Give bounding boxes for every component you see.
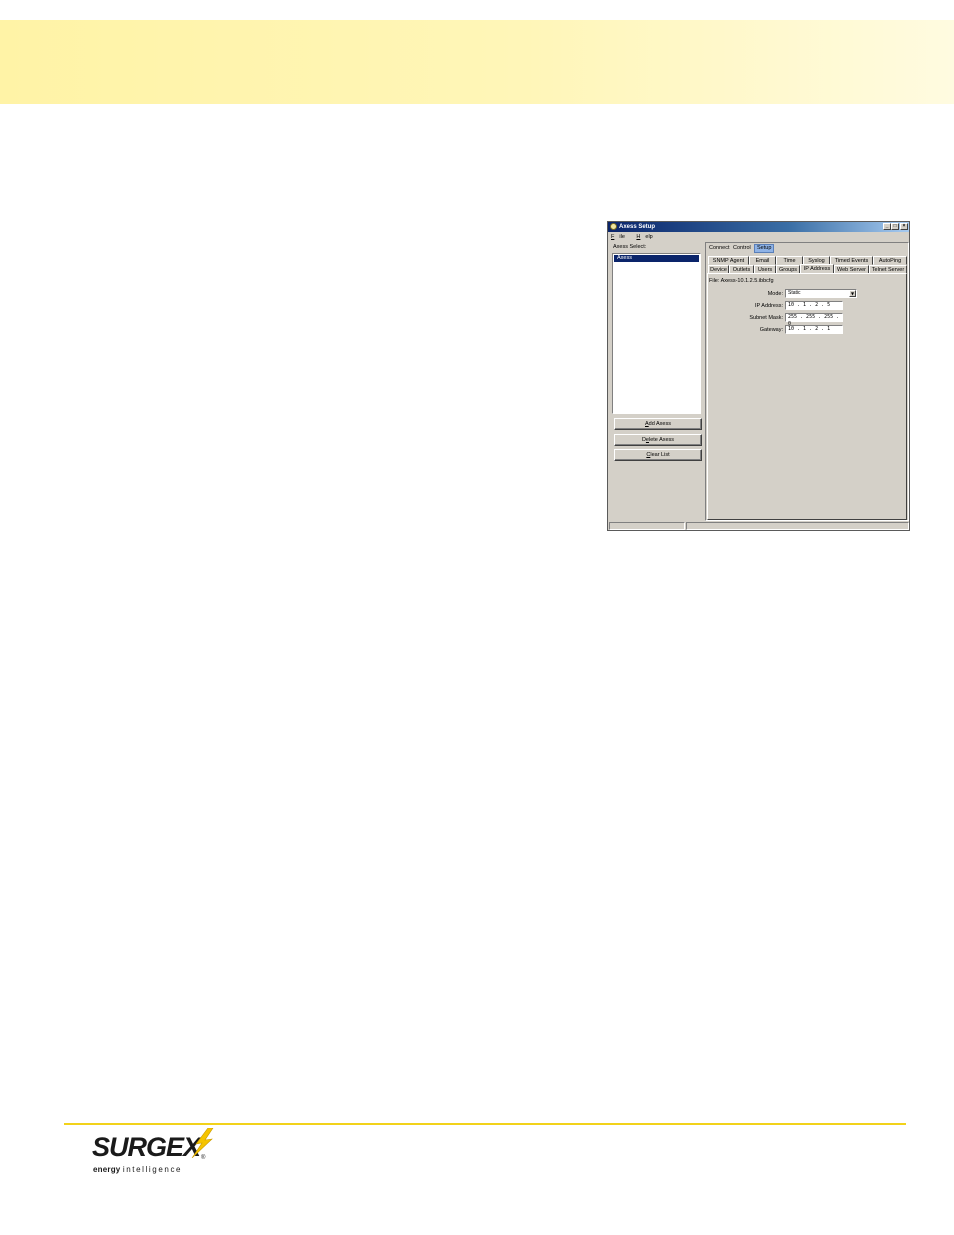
menu-bar: File Help <box>611 233 663 241</box>
gateway-label: Gateway: <box>759 327 783 333</box>
gateway-field[interactable]: 10 . 1 . 2 . 1 <box>785 325 843 334</box>
footer-rule <box>64 1123 906 1125</box>
registered-mark: ® <box>201 1155 206 1161</box>
tab-autoping[interactable]: AutoPing <box>873 256 907 265</box>
lightning-bolt-icon <box>191 1128 214 1158</box>
delete-axess-button[interactable]: Delete Axess <box>614 434 702 446</box>
tab-connect[interactable]: Connect <box>707 244 732 253</box>
app-icon <box>610 223 617 230</box>
file-name-text: File: Axess-10.1.2.5.ibbcfg <box>709 278 774 284</box>
status-bar-right <box>686 522 909 530</box>
ip-address-field[interactable]: 10 . 1 . 2 . 5 <box>785 301 843 310</box>
menu-help[interactable]: Help <box>636 234 657 240</box>
tagline-bold: energy <box>93 1165 121 1174</box>
tab-email[interactable]: Email <box>749 256 776 265</box>
subnet-mask-label: Subnet Mask: <box>749 315 783 321</box>
minimize-button[interactable]: _ <box>883 223 891 230</box>
ip-address-page <box>707 273 907 520</box>
logo-tagline: energy intelligence <box>93 1165 182 1174</box>
tab-time[interactable]: Time <box>776 256 803 265</box>
mode-value: Static <box>788 290 801 296</box>
menu-file[interactable]: File <box>611 234 630 240</box>
surgex-logo: SURGEX ® energy intelligence <box>92 1128 232 1180</box>
chevron-down-icon[interactable]: ▼ <box>849 290 856 297</box>
tab-timed-events[interactable]: Timed Events <box>830 256 873 265</box>
axess-listbox[interactable]: Axess <box>612 253 701 414</box>
status-bar-left <box>609 522 685 530</box>
tab-snmp-agent[interactable]: SNMP Agent <box>708 256 749 265</box>
tab-control[interactable]: Control <box>731 244 753 253</box>
tab-setup[interactable]: Setup <box>754 244 775 253</box>
mode-select[interactable]: Static ▼ <box>785 289 857 298</box>
ip-address-label: IP Address: <box>754 303 783 309</box>
maximize-button[interactable]: □ <box>891 223 899 230</box>
close-button[interactable]: × <box>900 223 908 230</box>
add-axess-button[interactable]: Add Axess <box>614 418 702 430</box>
axess-setup-window: Axess Setup _ □ × File Help Axess Select… <box>607 221 910 531</box>
clear-list-button[interactable]: Clear List <box>614 449 702 461</box>
tagline-rest: intelligence <box>122 1165 183 1174</box>
logo-wordmark: SURGEX <box>92 1132 201 1162</box>
window-title: Axess Setup <box>619 224 656 230</box>
mode-label: Mode: <box>767 291 783 297</box>
header-band <box>0 20 954 104</box>
subnet-mask-field[interactable]: 255 . 255 . 255 . 0 <box>785 313 843 327</box>
list-item[interactable]: Axess <box>614 255 699 262</box>
title-bar[interactable]: Axess Setup _ □ × <box>608 222 909 232</box>
axess-select-label: Axess Select: <box>613 244 647 250</box>
